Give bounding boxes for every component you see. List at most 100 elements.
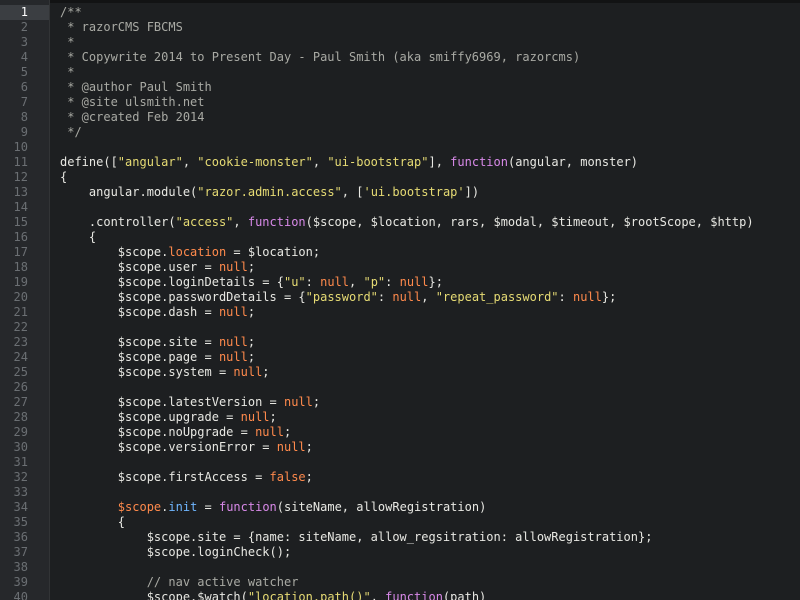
code-token: $scope.page =	[60, 350, 219, 364]
code-token: $scope.upgrade =	[60, 410, 241, 424]
code-line[interactable]: $scope.init = function(siteName, allowRe…	[50, 500, 800, 515]
line-number: 9	[20, 125, 28, 139]
code-token: null	[572, 290, 602, 304]
code-line[interactable]: $scope.site = null;	[50, 335, 800, 350]
code-line[interactable]: $scope.system = null;	[50, 365, 800, 380]
code-line[interactable]: * @author Paul Smith	[50, 80, 800, 95]
code-token: * @site ulsmith.net	[60, 95, 205, 109]
line-number: 40	[13, 590, 28, 600]
code-area[interactable]: /** * razorCMS FBCMS * * Copywrite 2014 …	[50, 0, 800, 600]
line-number: 7	[20, 95, 28, 109]
code-line[interactable]: angular.module("razor.admin.access", ['u…	[50, 185, 800, 200]
code-line[interactable]: * Copywrite 2014 to Present Day - Paul S…	[50, 50, 800, 65]
code-token: null	[218, 335, 248, 349]
line-number: 11	[13, 155, 28, 169]
line-number: 15	[13, 215, 28, 229]
code-line[interactable]: $scope.noUpgrade = null;	[50, 425, 800, 440]
code-line[interactable]: $scope.versionError = null;	[50, 440, 800, 455]
code-token: "location.path()"	[247, 590, 371, 600]
code-line[interactable]: .controller("access", function($scope, $…	[50, 215, 800, 230]
code-token: ,	[182, 155, 198, 169]
code-line[interactable]	[50, 455, 800, 470]
code-token: ;	[312, 395, 321, 409]
code-line[interactable]: *	[50, 65, 800, 80]
code-token: :	[377, 290, 393, 304]
code-token: {	[60, 515, 126, 529]
code-editor[interactable]: 1 2 3 4 5 6 7 8 9 10 11 12 13 14 15 16 17 18 19 20 21 22 23 24 2…	[0, 0, 800, 600]
line-number: 26	[13, 380, 28, 394]
code-token: {	[60, 230, 97, 244]
code-token: ;	[262, 365, 270, 379]
line-number: 21	[13, 305, 28, 319]
code-token: $scope.noUpgrade =	[60, 425, 256, 439]
code-line[interactable]	[50, 140, 800, 155]
code-line[interactable]: * @created Feb 2014	[50, 110, 800, 125]
code-token: $scope.system =	[60, 365, 234, 379]
code-line[interactable]: $scope.latestVersion = null;	[50, 395, 800, 410]
code-token: null	[218, 260, 248, 274]
code-token: ])	[464, 185, 480, 199]
code-token: function	[385, 590, 443, 600]
code-line[interactable]: $scope.firstAccess = false;	[50, 470, 800, 485]
code-token: null	[218, 350, 248, 364]
code-line[interactable]: $scope.loginDetails = {"u": null, "p": n…	[50, 275, 800, 290]
code-line[interactable]: $scope.page = null;	[50, 350, 800, 365]
code-token: ;	[269, 410, 277, 424]
code-line[interactable]: *	[50, 35, 800, 50]
code-token: $scope.dash =	[60, 305, 219, 319]
code-token: null	[276, 440, 306, 454]
code-token: define([	[60, 155, 118, 169]
code-token: $scope	[117, 500, 162, 514]
line-number: 38	[13, 560, 28, 574]
code-token: null	[320, 275, 350, 289]
code-token: };	[601, 290, 617, 304]
code-line[interactable]: $scope.$watch("location.path()", functio…	[50, 590, 800, 600]
code-line[interactable]	[50, 200, 800, 215]
code-line[interactable]	[50, 485, 800, 500]
code-token: null	[392, 290, 422, 304]
code-line[interactable]: $scope.location = $location;	[50, 245, 800, 260]
code-token: "u"	[283, 275, 306, 289]
code-line[interactable]: {	[50, 515, 800, 530]
code-line[interactable]	[50, 380, 800, 395]
code-line[interactable]: /**	[50, 5, 800, 20]
code-line[interactable]: $scope.passwordDetails = {"password": nu…	[50, 290, 800, 305]
code-token: {	[60, 170, 68, 184]
code-line[interactable]: $scope.loginCheck();	[50, 545, 800, 560]
code-token: ;	[247, 350, 256, 364]
code-token: :	[558, 290, 573, 304]
line-number: 29	[13, 425, 28, 439]
code-line[interactable]: {	[50, 230, 800, 245]
code-line[interactable]	[50, 320, 800, 335]
code-token: ;	[247, 305, 256, 319]
line-number: 31	[13, 455, 28, 469]
line-number: 35	[13, 515, 28, 529]
line-number: 5	[20, 65, 28, 79]
code-token: ,	[233, 215, 248, 229]
code-token: "angular"	[117, 155, 183, 169]
code-line[interactable]: // nav active watcher	[50, 575, 800, 590]
code-line[interactable]	[50, 560, 800, 575]
line-number: 22	[13, 320, 28, 334]
code-token: ,	[421, 290, 436, 304]
code-line[interactable]: $scope.user = null;	[50, 260, 800, 275]
line-number: 2	[20, 20, 28, 34]
code-line[interactable]: $scope.dash = null;	[50, 305, 800, 320]
code-line[interactable]: {	[50, 170, 800, 185]
code-token: "ui-bootstrap"	[327, 155, 429, 169]
code-token: (siteName, allowRegistration)	[276, 500, 487, 514]
code-token: (angular, monster)	[507, 155, 639, 169]
code-line[interactable]: $scope.site = {name: siteName, allow_reg…	[50, 530, 800, 545]
code-token: ;	[283, 425, 292, 439]
code-token: * razorCMS FBCMS	[60, 20, 183, 34]
code-line[interactable]: * @site ulsmith.net	[50, 95, 800, 110]
code-line[interactable]: */	[50, 125, 800, 140]
code-line[interactable]: define(["angular", "cookie-monster", "ui…	[50, 155, 800, 170]
code-token: , [	[341, 185, 364, 199]
code-line[interactable]: * razorCMS FBCMS	[50, 20, 800, 35]
code-token: * @created Feb 2014	[60, 110, 205, 124]
line-number: 1	[20, 5, 28, 19]
code-line[interactable]: $scope.upgrade = null;	[50, 410, 800, 425]
line-number: 13	[13, 185, 28, 199]
code-token: $scope.	[60, 245, 169, 259]
